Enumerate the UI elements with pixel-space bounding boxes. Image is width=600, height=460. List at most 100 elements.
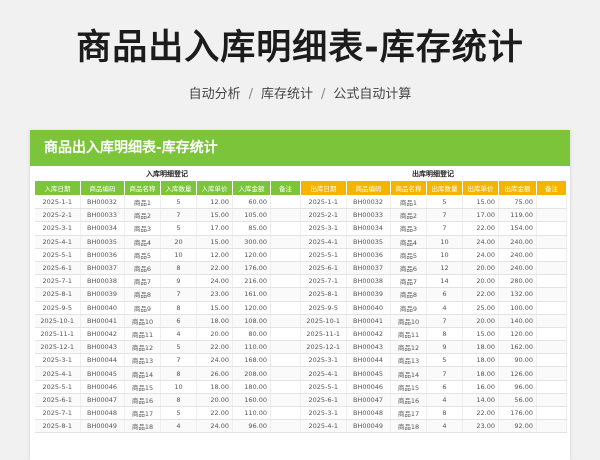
table-cell[interactable]: 2025-4-1 xyxy=(300,235,347,249)
table-cell[interactable]: 6 xyxy=(160,314,197,328)
table-cell[interactable]: 2025-5-1 xyxy=(34,380,81,394)
table-cell[interactable]: 7 xyxy=(160,287,197,302)
table-cell[interactable]: 176.00 xyxy=(498,406,537,421)
table-cell[interactable]: BH00037 xyxy=(346,261,391,276)
table-cell[interactable]: 2025-2-1 xyxy=(34,208,81,223)
table-cell[interactable]: 10 xyxy=(160,248,197,262)
table-cell[interactable]: 110.00 xyxy=(232,340,271,355)
table-cell[interactable]: 2025-8-1 xyxy=(300,287,347,302)
table-cell[interactable]: 119.00 xyxy=(498,208,537,223)
table-cell[interactable]: 24.00 xyxy=(196,274,233,289)
table-cell[interactable]: 126.00 xyxy=(498,366,537,381)
table-cell[interactable]: 2025-8-1 xyxy=(34,419,81,434)
table-cell[interactable]: 2025-9-5 xyxy=(34,301,81,315)
table-cell[interactable]: 商品13 xyxy=(124,353,161,368)
table-cell[interactable] xyxy=(270,261,301,276)
table-cell[interactable]: 商品5 xyxy=(390,248,427,262)
table-cell[interactable]: BH00048 xyxy=(346,406,391,421)
table-cell[interactable]: 300.00 xyxy=(232,235,271,249)
table-cell[interactable]: 12.00 xyxy=(196,248,233,262)
table-cell[interactable]: BH00032 xyxy=(80,195,125,210)
table-cell[interactable]: 2025-2-1 xyxy=(300,208,347,223)
table-cell[interactable]: 商品2 xyxy=(390,208,427,223)
table-cell[interactable]: 商品16 xyxy=(124,393,161,408)
table-cell[interactable]: 5 xyxy=(160,340,197,355)
table-cell[interactable]: 15.00 xyxy=(196,235,233,249)
table-cell[interactable]: 20.00 xyxy=(196,393,233,408)
table-cell[interactable] xyxy=(536,208,567,223)
table-cell[interactable]: 2025-4-1 xyxy=(300,419,347,434)
table-cell[interactable]: 2025-11-1 xyxy=(300,327,347,342)
table-cell[interactable]: 20.00 xyxy=(462,314,499,328)
table-cell[interactable]: 商品12 xyxy=(124,340,161,355)
table-cell[interactable] xyxy=(270,353,301,368)
table-cell[interactable]: BH00042 xyxy=(346,327,391,342)
table-cell[interactable]: 7 xyxy=(160,208,197,223)
table-cell[interactable]: BH00038 xyxy=(346,274,391,289)
table-cell[interactable]: 208.00 xyxy=(232,366,271,381)
table-cell[interactable] xyxy=(270,419,301,434)
table-cell[interactable]: 4 xyxy=(426,301,463,315)
table-cell[interactable]: BH00041 xyxy=(80,314,125,328)
table-cell[interactable]: 240.00 xyxy=(498,261,537,276)
table-cell[interactable]: 商品8 xyxy=(390,287,427,302)
table-cell[interactable]: BH00041 xyxy=(346,314,391,328)
table-cell[interactable]: 105.00 xyxy=(232,208,271,223)
table-cell[interactable]: 120.00 xyxy=(232,301,271,315)
table-cell[interactable]: BH00032 xyxy=(346,195,391,210)
table-cell[interactable]: 2025-4-1 xyxy=(34,366,81,381)
table-cell[interactable]: 18.00 xyxy=(196,314,233,328)
table-cell[interactable]: 18.00 xyxy=(196,380,233,394)
table-cell[interactable]: 15.00 xyxy=(196,208,233,223)
table-cell[interactable]: 96.00 xyxy=(498,380,537,394)
table-cell[interactable]: 5 xyxy=(426,195,463,210)
table-cell[interactable] xyxy=(270,221,301,236)
table-cell[interactable]: 176.00 xyxy=(232,261,271,276)
table-cell[interactable]: 168.00 xyxy=(232,353,271,368)
table-cell[interactable]: 商品10 xyxy=(124,314,161,328)
table-cell[interactable]: 7 xyxy=(160,353,197,368)
table-cell[interactable]: 10 xyxy=(160,380,197,394)
table-cell[interactable]: 92.00 xyxy=(498,419,537,434)
table-cell[interactable]: BH00033 xyxy=(80,208,125,223)
table-cell[interactable]: 17.00 xyxy=(462,208,499,223)
table-cell[interactable] xyxy=(536,366,567,381)
table-cell[interactable]: 22.00 xyxy=(196,406,233,421)
table-cell[interactable]: 5 xyxy=(160,221,197,236)
table-cell[interactable] xyxy=(270,195,301,210)
table-cell[interactable] xyxy=(536,340,567,355)
table-cell[interactable] xyxy=(536,353,567,368)
table-cell[interactable]: 17.00 xyxy=(196,221,233,236)
table-cell[interactable]: 2025-4-1 xyxy=(300,366,347,381)
table-cell[interactable]: 154.00 xyxy=(498,221,537,236)
table-cell[interactable]: 60.00 xyxy=(232,195,271,210)
table-cell[interactable]: 2025-3-1 xyxy=(34,221,81,236)
table-cell[interactable] xyxy=(270,274,301,289)
table-cell[interactable]: 商品9 xyxy=(390,301,427,315)
table-cell[interactable] xyxy=(536,393,567,408)
table-cell[interactable] xyxy=(270,301,301,315)
table-cell[interactable]: 2025-6-1 xyxy=(300,261,347,276)
table-cell[interactable]: 56.00 xyxy=(498,393,537,408)
table-cell[interactable]: 12 xyxy=(426,261,463,276)
table-cell[interactable]: 商品6 xyxy=(124,261,161,276)
table-cell[interactable]: 240.00 xyxy=(498,248,537,262)
table-cell[interactable]: 4 xyxy=(426,419,463,434)
table-cell[interactable]: 120.00 xyxy=(232,248,271,262)
table-cell[interactable]: BH00047 xyxy=(346,393,391,408)
table-cell[interactable] xyxy=(270,393,301,408)
table-cell[interactable]: 216.00 xyxy=(232,274,271,289)
table-cell[interactable]: 商品3 xyxy=(124,221,161,236)
table-cell[interactable]: 商品13 xyxy=(390,353,427,368)
table-cell[interactable]: 75.00 xyxy=(498,195,537,210)
table-cell[interactable]: 22.00 xyxy=(462,406,499,421)
table-cell[interactable]: BH00037 xyxy=(80,261,125,276)
table-cell[interactable]: 108.00 xyxy=(232,314,271,328)
table-cell[interactable]: 160.00 xyxy=(232,393,271,408)
table-cell[interactable]: BH00036 xyxy=(346,248,391,262)
table-cell[interactable]: BH00046 xyxy=(80,380,125,394)
table-cell[interactable]: 2025-7-1 xyxy=(34,274,81,289)
table-cell[interactable]: 24.00 xyxy=(462,235,499,249)
table-cell[interactable]: 14 xyxy=(426,274,463,289)
table-cell[interactable]: 15.00 xyxy=(462,195,499,210)
